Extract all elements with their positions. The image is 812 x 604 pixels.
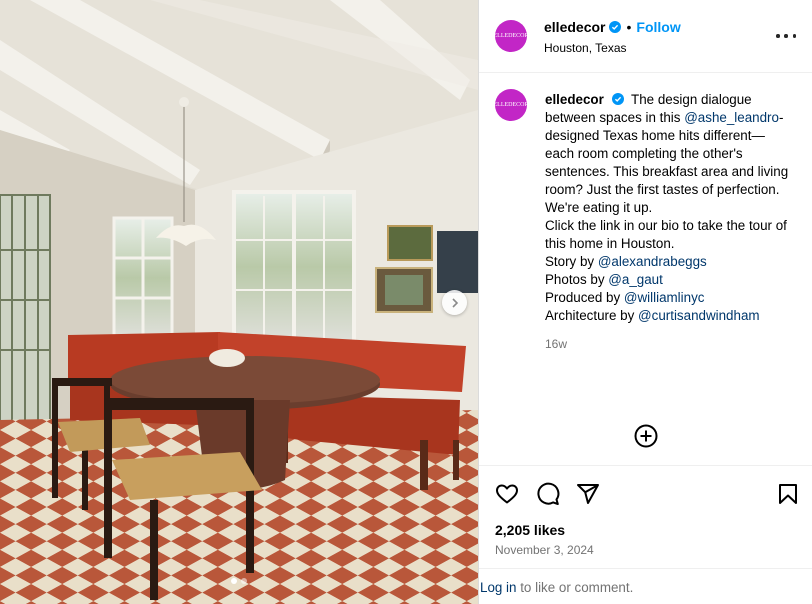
credit-line: Produced by @williamlinyc	[545, 289, 791, 307]
separator-dot: •	[626, 19, 632, 35]
carousel-dot	[241, 578, 247, 584]
post-photo[interactable]	[0, 0, 478, 604]
bookmark-save-icon[interactable]	[776, 482, 800, 506]
heart-like-icon[interactable]	[495, 482, 519, 506]
mention-link[interactable]: @curtisandwindham	[638, 308, 760, 323]
carousel-indicators	[0, 578, 478, 584]
credit-line: Photos by @a_gaut	[545, 271, 791, 289]
post-age[interactable]: 16w	[545, 335, 791, 353]
login-link[interactable]: Log in	[480, 580, 516, 595]
add-plus-circle-icon[interactable]	[634, 424, 658, 448]
carousel-dot-active	[231, 578, 237, 584]
share-send-icon[interactable]	[576, 482, 600, 506]
post-side-panel: ELLEDECOR elledecor • Follow Houston, Te…	[478, 0, 812, 604]
mention-link[interactable]: @williamlinyc	[624, 290, 705, 305]
login-prompt-text: to like or comment.	[516, 580, 634, 595]
login-prompt: Log in to like or comment.	[479, 568, 812, 604]
breakfast-nook-image	[0, 0, 478, 604]
caption-avatar[interactable]: ELLEDECOR	[493, 89, 529, 121]
caption-text-part-2: -designed Texas home hits different—each…	[545, 110, 789, 215]
username[interactable]: elledecor	[544, 19, 605, 35]
likes-count[interactable]: 2,205 likes	[495, 522, 565, 538]
credit-label: Produced by	[545, 290, 624, 305]
caption-text: elledecor The design dialogue between sp…	[545, 91, 791, 353]
chevron-right-icon	[451, 297, 458, 308]
avatar[interactable]: ELLEDECOR	[493, 20, 529, 52]
credit-label: Photos by	[545, 272, 609, 287]
caption-text-part-3: Click the link in our bio to take the to…	[545, 218, 787, 251]
credit-label: Architecture by	[545, 308, 639, 323]
credit-line: Architecture by @curtisandwindham	[545, 307, 791, 325]
caption-username[interactable]: elledecor	[545, 92, 604, 107]
verified-badge-icon	[611, 93, 624, 105]
caption-avatar-logo-text: ELLEDECOR	[493, 102, 529, 108]
comment-bubble-icon[interactable]	[536, 482, 560, 506]
post-actions	[479, 466, 812, 520]
carousel-next-button[interactable]	[442, 290, 467, 315]
location-link[interactable]: Houston, Texas	[544, 41, 681, 55]
credit-line: Story by @alexandrabeggs	[545, 253, 791, 271]
avatar-logo-text: ELLEDECOR	[493, 33, 529, 39]
credit-label: Story by	[545, 254, 598, 269]
post-date: November 3, 2024	[495, 543, 594, 557]
follow-button[interactable]: Follow	[636, 19, 680, 35]
post-header: ELLEDECOR elledecor • Follow Houston, Te…	[479, 0, 812, 73]
mention-link[interactable]: @a_gaut	[608, 272, 663, 287]
caption-section: ELLEDECOR elledecor The design dialogue …	[479, 73, 812, 466]
mention-link[interactable]: @alexandrabeggs	[598, 254, 707, 269]
verified-badge-icon	[609, 21, 622, 33]
mention-link[interactable]: @ashe_leandro	[684, 110, 779, 125]
more-options-icon[interactable]	[776, 28, 796, 44]
